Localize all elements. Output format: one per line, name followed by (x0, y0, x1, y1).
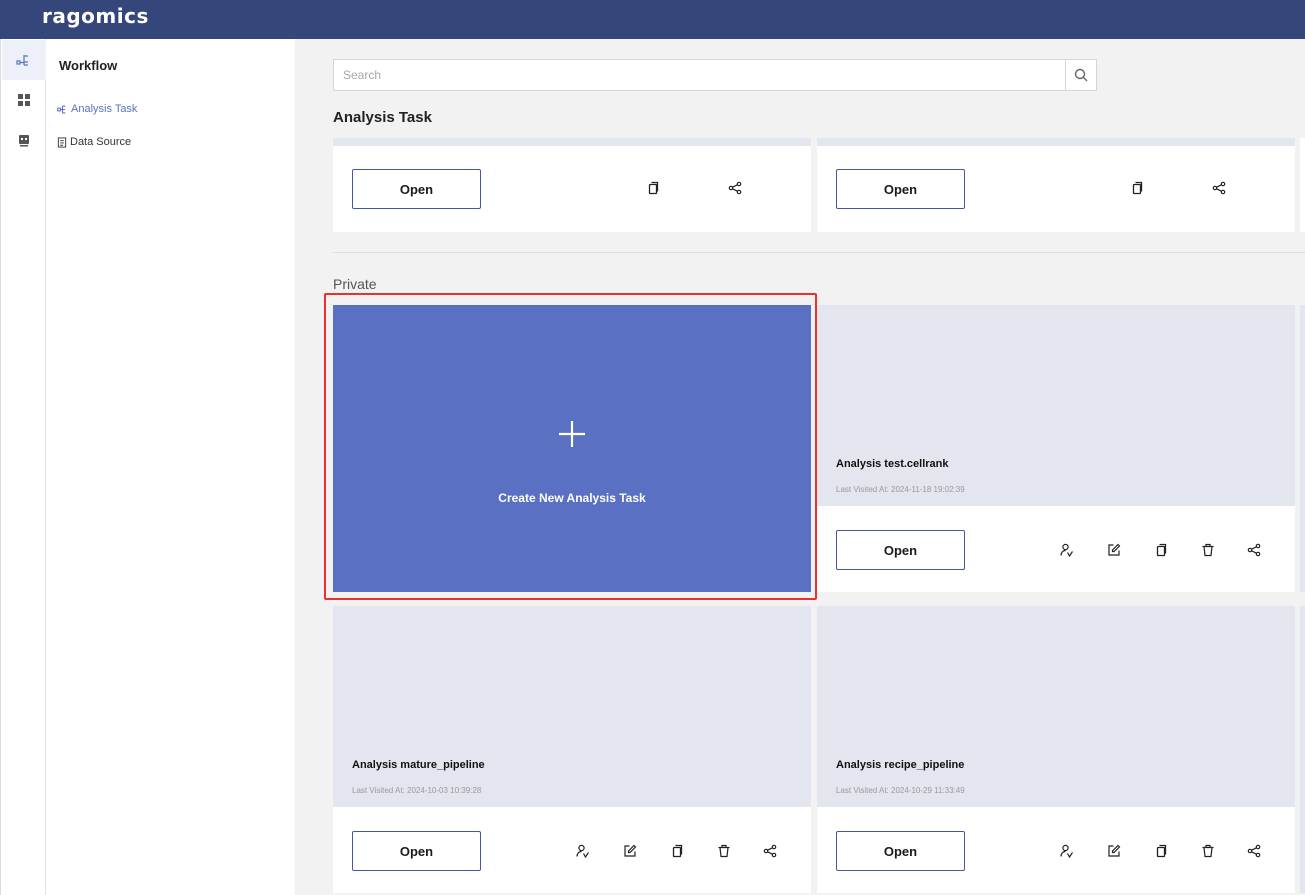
share-icon (1212, 181, 1226, 195)
document-icon (57, 136, 67, 148)
permission-button[interactable] (574, 842, 592, 860)
delete-button[interactable] (1199, 541, 1217, 559)
sidebar-item-analysis-task[interactable]: Analysis Task (57, 103, 137, 115)
search-bar (333, 59, 1097, 91)
share-button[interactable] (1245, 541, 1263, 559)
main-content: Analysis Task Open Open Private Create N… (295, 39, 1305, 895)
section-title: Analysis Task (333, 109, 432, 126)
workflow-small-icon (57, 105, 66, 113)
open-button[interactable]: Open (352, 831, 481, 871)
edit-button[interactable] (1105, 842, 1123, 860)
top-bar: ragomics (0, 0, 1305, 39)
share-button[interactable] (1245, 842, 1263, 860)
card-name: Analysis recipe_pipeline (836, 759, 965, 771)
edit-icon (1108, 844, 1121, 857)
search-input[interactable] (333, 59, 1065, 91)
copy-icon (1156, 844, 1167, 857)
highlight-box (324, 293, 817, 600)
edit-icon (1108, 543, 1121, 556)
card-name: Analysis mature_pipeline (352, 759, 485, 771)
sidebar-item-data-source[interactable]: Data Source (57, 136, 131, 148)
share-icon (763, 844, 777, 858)
card-last-visited: Last Visited At: 2024-11-18 19:02:39 (836, 485, 965, 494)
edit-button[interactable] (1105, 541, 1123, 559)
copy-button[interactable] (1128, 179, 1146, 197)
task-card: Open (817, 138, 1295, 232)
user-permission-icon (1060, 844, 1073, 858)
share-button[interactable] (726, 179, 744, 197)
card-thumbnail[interactable] (817, 606, 1295, 807)
card-name: Analysis test.cellrank (836, 458, 949, 470)
open-button[interactable]: Open (352, 169, 481, 209)
card-edge (1300, 606, 1305, 893)
card-thumbnail[interactable] (333, 606, 811, 807)
rail-robot-button[interactable] (2, 120, 46, 160)
delete-button[interactable] (1199, 842, 1217, 860)
copy-button[interactable] (644, 179, 662, 197)
delete-button[interactable] (715, 842, 733, 860)
robot-icon (19, 135, 29, 147)
rail-grid-button[interactable] (2, 80, 46, 120)
share-icon (1247, 543, 1261, 557)
card-last-visited: Last Visited At: 2024-10-03 10:39:28 (352, 786, 482, 795)
user-permission-icon (576, 844, 589, 858)
edit-icon (624, 844, 637, 857)
copy-icon (672, 844, 683, 857)
sidebar: Workflow Analysis Task Data Source (46, 39, 295, 895)
copy-icon (1156, 543, 1167, 556)
app-logo[interactable]: ragomics (42, 4, 149, 28)
copy-icon (648, 181, 659, 194)
divider (333, 252, 1305, 253)
private-label: Private (333, 276, 377, 292)
copy-button[interactable] (668, 842, 686, 860)
trash-icon (1202, 543, 1214, 557)
icon-rail (0, 39, 46, 895)
share-icon (1247, 844, 1261, 858)
open-button[interactable]: Open (836, 831, 965, 871)
grid-icon (18, 94, 30, 106)
open-button[interactable]: Open (836, 169, 965, 209)
workflow-icon (16, 55, 28, 66)
task-card: Analysis recipe_pipeline Last Visited At… (817, 606, 1295, 893)
task-card: Analysis mature_pipeline Last Visited At… (333, 606, 811, 893)
task-card: Open (333, 138, 811, 232)
permission-button[interactable] (1058, 842, 1076, 860)
card-thumbnail[interactable] (817, 305, 1295, 506)
copy-button[interactable] (1152, 842, 1170, 860)
card-last-visited: Last Visited At: 2024-10-29 11:33:49 (836, 786, 965, 795)
trash-icon (1202, 844, 1214, 858)
trash-icon (718, 844, 730, 858)
user-permission-icon (1060, 543, 1073, 557)
card-thumbnail (333, 138, 811, 146)
sidebar-item-label: Analysis Task (71, 103, 138, 115)
search-button[interactable] (1065, 59, 1097, 91)
card-edge (1300, 305, 1305, 592)
open-button[interactable]: Open (836, 530, 965, 570)
sidebar-title: Workflow (59, 58, 118, 73)
copy-icon (1132, 181, 1143, 194)
sidebar-item-label: Data Source (70, 136, 132, 148)
task-card: Analysis test.cellrank Last Visited At: … (817, 305, 1295, 592)
edit-button[interactable] (621, 842, 639, 860)
share-button[interactable] (761, 842, 779, 860)
share-button[interactable] (1210, 179, 1228, 197)
share-icon (728, 181, 742, 195)
card-edge (1300, 138, 1305, 232)
search-icon (1074, 68, 1088, 82)
permission-button[interactable] (1058, 541, 1076, 559)
card-thumbnail (817, 138, 1295, 146)
copy-button[interactable] (1152, 541, 1170, 559)
rail-workflow-button[interactable] (2, 40, 46, 80)
